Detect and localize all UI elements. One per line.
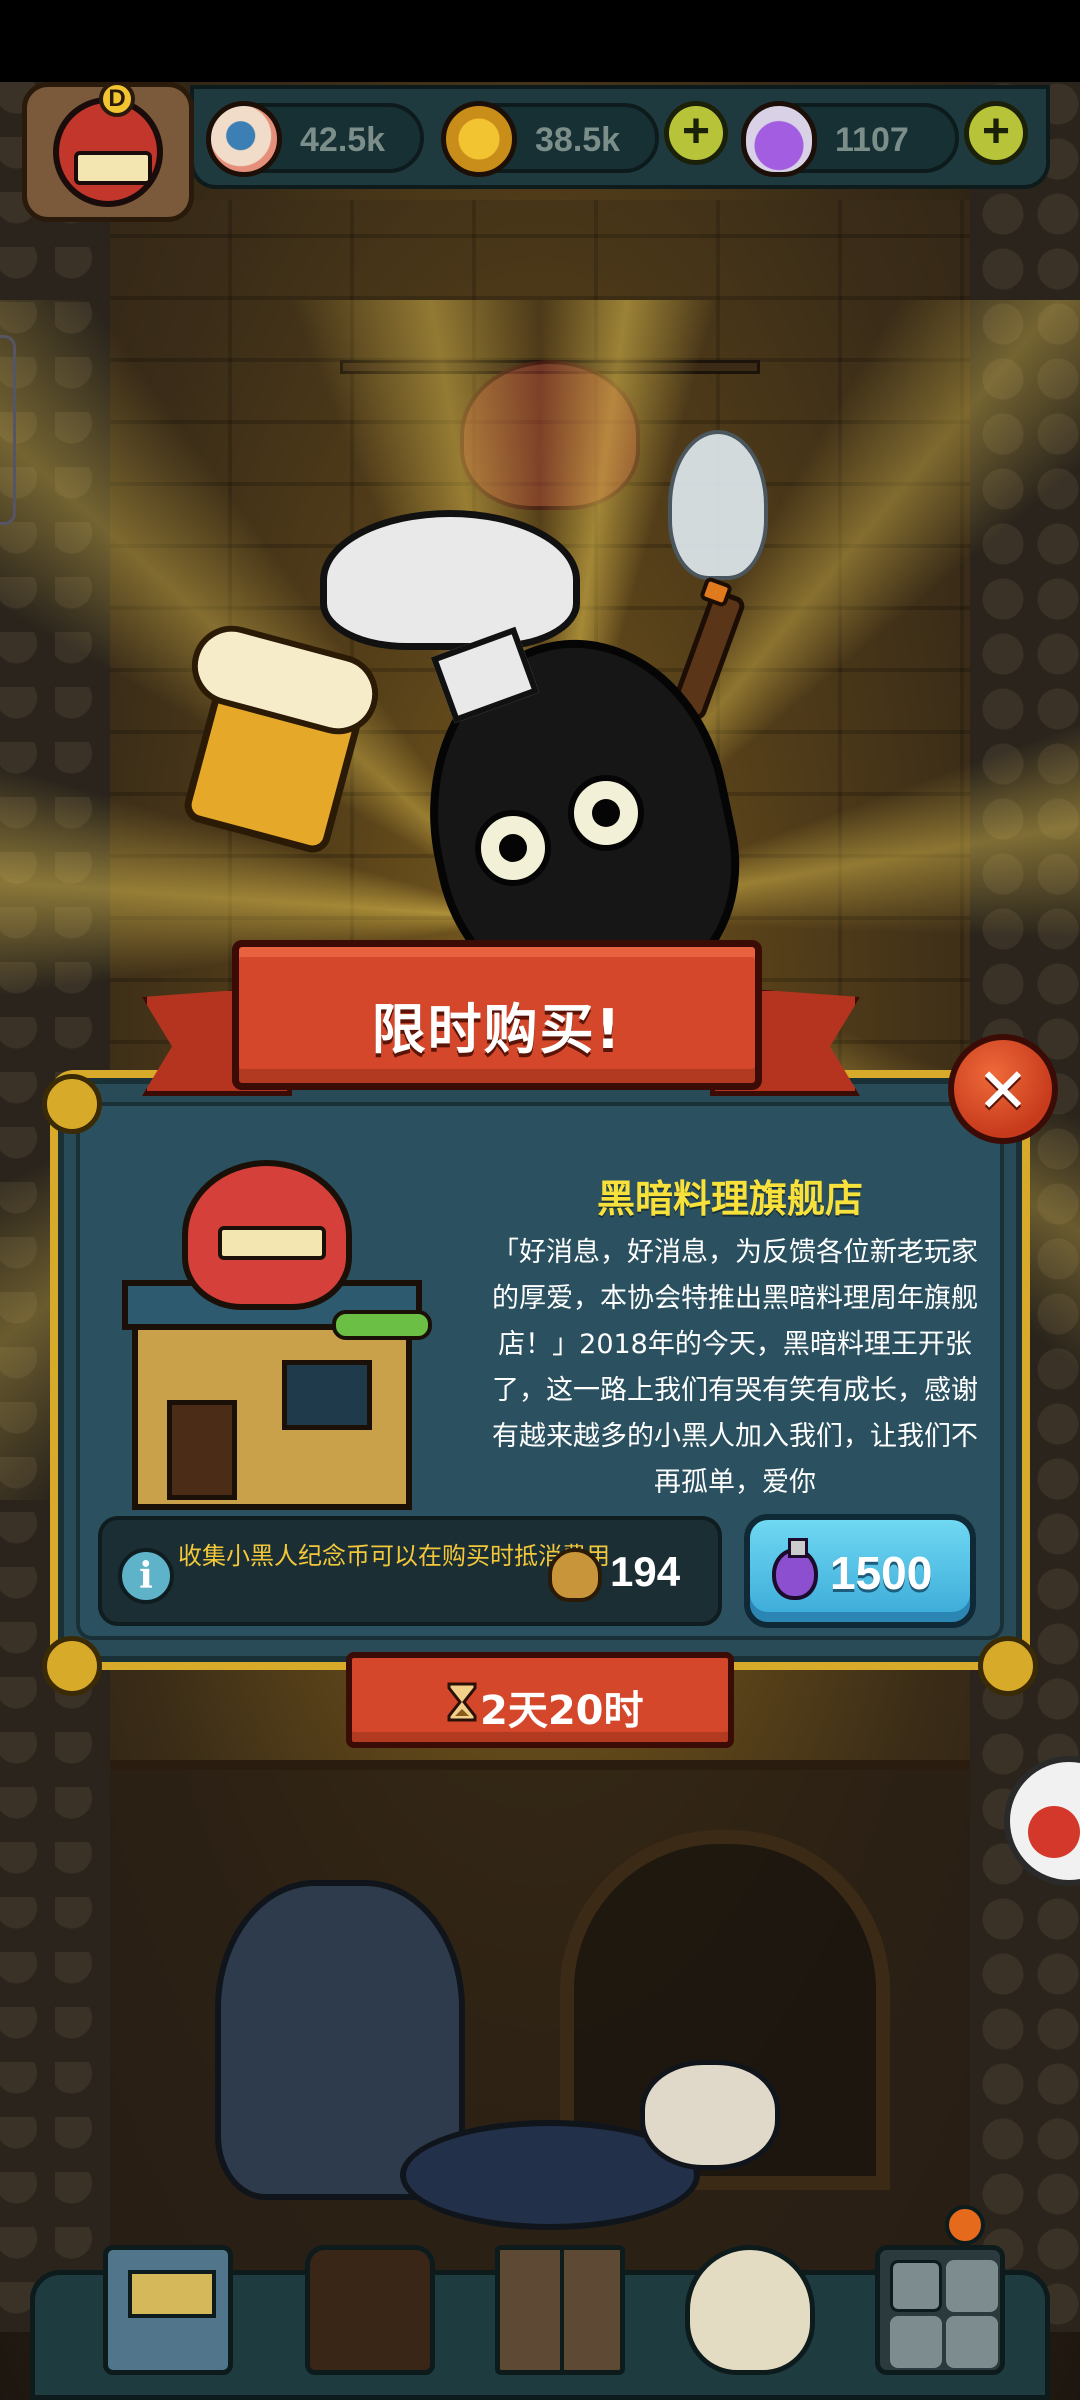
potion-resource: 1107 (741, 101, 959, 177)
buy-button[interactable]: 1500 (744, 1514, 976, 1628)
resource-bar: 42.5k 38.5k + 1107 + (190, 85, 1050, 189)
coin-resource: 38.5k (441, 101, 659, 177)
coin-icon (441, 101, 517, 177)
close-button[interactable]: ✕ (948, 1034, 1058, 1144)
potion-count: 1107 (835, 121, 909, 159)
nav-shop-icon[interactable] (103, 2245, 233, 2375)
countdown-timer: 2天20时 (346, 1652, 734, 1748)
ribbon-main: 限时购买! (232, 940, 762, 1090)
shop-door (167, 1400, 237, 1500)
info-icon[interactable]: i (118, 1548, 174, 1604)
coin-count: 38.5k (535, 121, 621, 159)
token-count: 194 (610, 1548, 681, 1595)
add-potions-button[interactable]: + (964, 101, 1028, 165)
nav-book-icon[interactable] (495, 2245, 625, 2375)
shop-title: 黑暗料理旗舰店 (596, 1177, 863, 1221)
notification-dot (945, 2205, 985, 2245)
nav-grid-icon[interactable] (875, 2245, 1005, 2375)
shop-description: 「好消息，好消息，为反馈各位新老玩家的厚爱，本协会特推出黑暗料理周年旗舰店！」2… (492, 1237, 978, 1498)
player-avatar[interactable]: D (22, 81, 194, 222)
potion-icon (741, 101, 817, 177)
potion-icon (772, 1538, 818, 1600)
countdown-text: 2天20时 (480, 1688, 644, 1734)
chef-hat-icon (320, 510, 580, 650)
token-icon (548, 1548, 602, 1602)
token-info-bar: i 收集小黑人纪念币可以在购买时抵消费用 194 (98, 1516, 722, 1626)
buy-price: 1500 (830, 1547, 933, 1599)
blob-right-eye (568, 775, 644, 851)
cigar-smoke (668, 430, 768, 580)
dark-cuisine-shop-image (72, 1120, 452, 1520)
nav-bag-icon[interactable] (685, 2245, 815, 2375)
close-icon: ✕ (977, 1054, 1029, 1127)
nav-chest-icon[interactable] (305, 2245, 435, 2375)
hourglass-icon (447, 1682, 477, 1722)
offer-title: 限时购买! (371, 998, 623, 1061)
chef-blob-character (180, 400, 890, 1028)
eye-count: 42.5k (300, 121, 386, 159)
octopus-chef-icon (182, 1160, 352, 1310)
panel-corner-ornament (978, 1636, 1038, 1696)
panel-corner-ornament (42, 1636, 102, 1696)
status-bar (0, 0, 1080, 82)
lower-room-creature (640, 2060, 780, 2170)
shop-plants (332, 1310, 432, 1340)
eye-icon (206, 101, 282, 177)
shop-window (282, 1360, 372, 1430)
blob-left-eye (475, 810, 551, 886)
eye-resource: 42.5k (206, 101, 424, 177)
game-screen: D 42.5k 38.5k + 1107 + 黑暗料理旗舰店 「好消息，好消息，… (0, 0, 1080, 2400)
side-edge-tab[interactable] (0, 335, 16, 525)
bottom-nav (30, 2205, 1050, 2400)
limited-offer-banner: 限时购买! (142, 940, 860, 1110)
player-rank-badge: D (99, 81, 135, 117)
add-coins-button[interactable]: + (664, 101, 728, 165)
